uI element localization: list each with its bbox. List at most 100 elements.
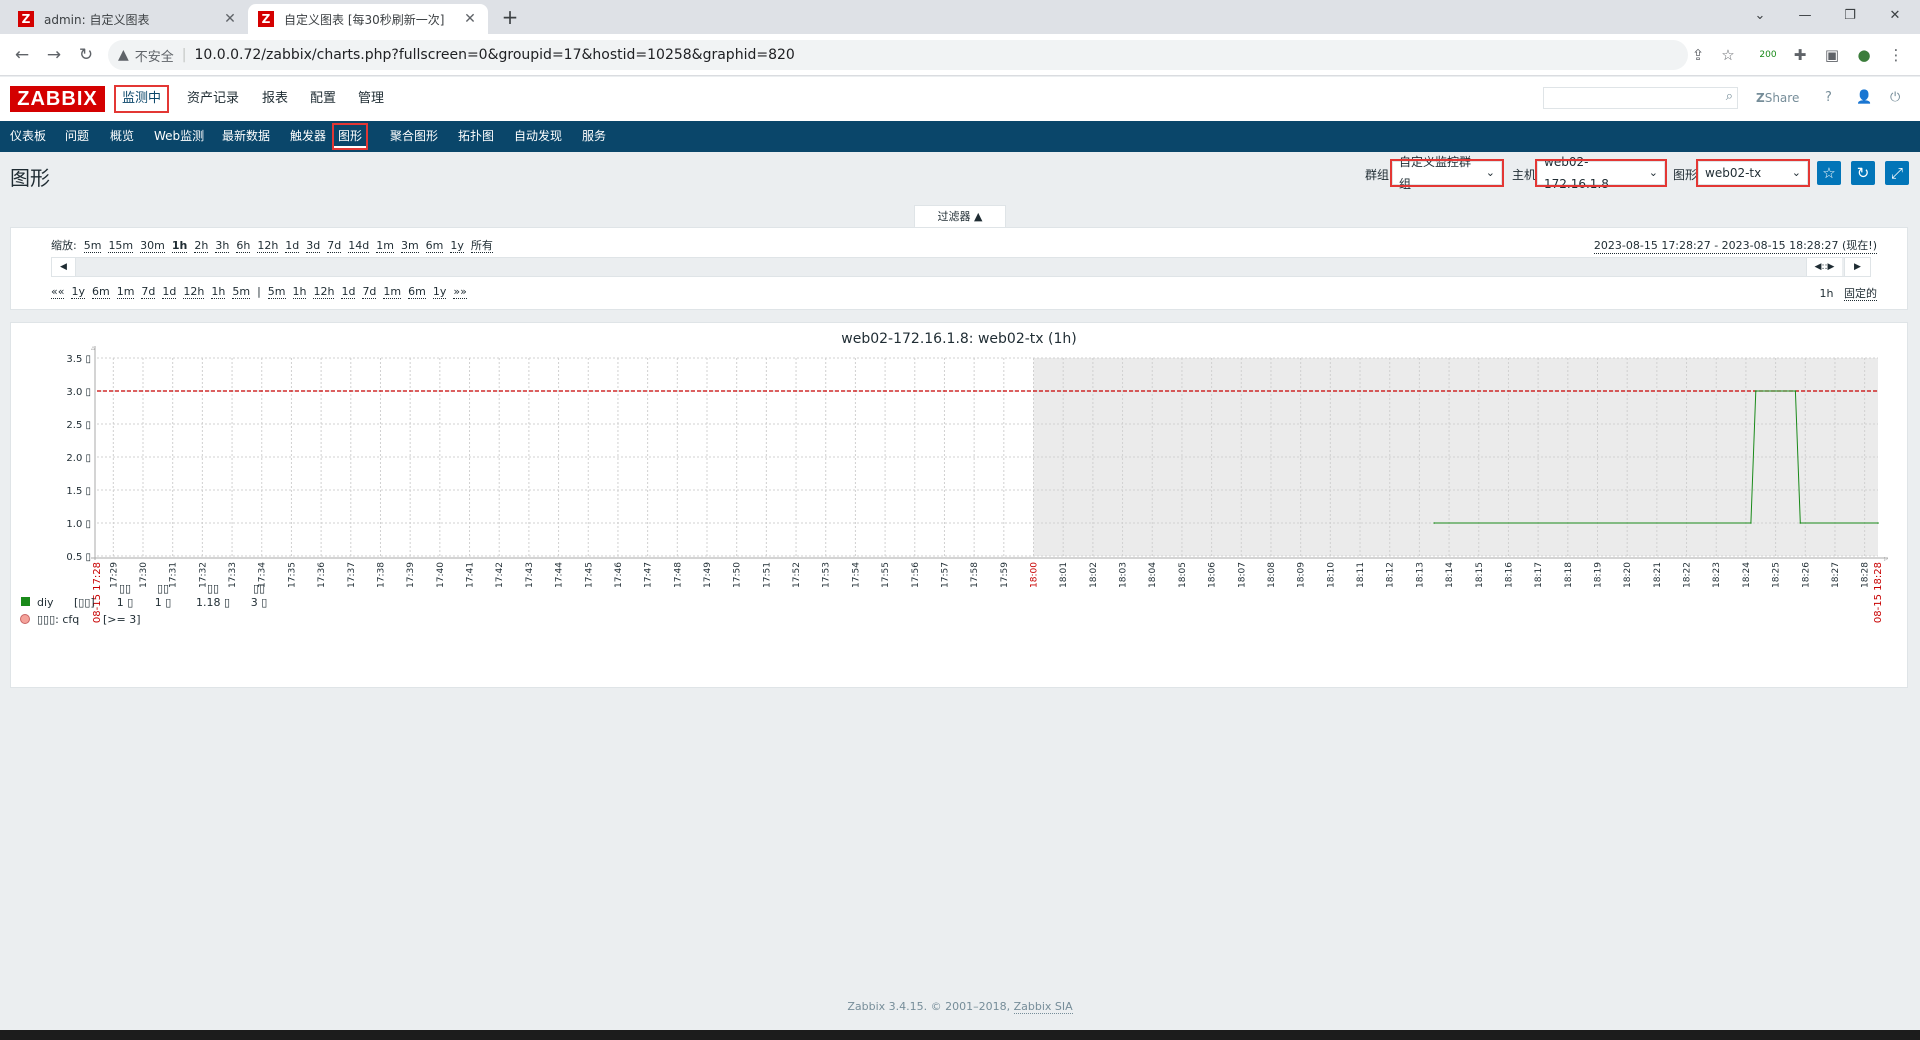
fixed-toggle-link[interactable]: 固定的 [1844, 287, 1877, 301]
zoom-option-5[interactable]: 3h [215, 239, 230, 253]
nav-back-8[interactable]: 5m [232, 285, 251, 299]
reload-icon[interactable]: ↻ [74, 43, 98, 67]
zoom-option-14[interactable]: 6m [425, 239, 444, 253]
new-tab-button[interactable]: + [498, 6, 522, 30]
submenu-graphs[interactable]: 图形 [331, 123, 369, 150]
extensions-puzzle-icon[interactable]: ✚ [1788, 43, 1812, 67]
profile-avatar-icon[interactable]: ● [1852, 43, 1876, 67]
side-panel-icon[interactable]: ▣ [1820, 43, 1844, 67]
submenu-problems[interactable]: 问题 [61, 125, 93, 148]
filter-toggle-tab[interactable]: 过滤器 ▲ [914, 205, 1006, 228]
zoom-option-6[interactable]: 6h [236, 239, 251, 253]
x-tick-label-29: 17:58 [970, 562, 980, 588]
restore-icon[interactable]: ❐ [1835, 4, 1865, 28]
search-input[interactable]: ⌕ [1543, 87, 1738, 109]
zoom-option-9[interactable]: 3d [306, 239, 321, 253]
zoom-option-1[interactable]: 15m [108, 239, 134, 253]
submenu-discovery[interactable]: 自动发现 [510, 125, 566, 148]
nav-back-2[interactable]: 6m [91, 285, 110, 299]
submenu-triggers[interactable]: 触发器 [286, 125, 330, 148]
nav-forward-7[interactable]: 1y [432, 285, 447, 299]
forward-icon[interactable]: → [42, 43, 66, 67]
nav-back-7[interactable]: 1h [211, 285, 226, 299]
zoom-option-12[interactable]: 1m [376, 239, 394, 253]
minimize-icon[interactable]: — [1790, 4, 1820, 28]
x-tick-label-54: 18:23 [1712, 562, 1722, 588]
zoom-option-10[interactable]: 7d [327, 239, 342, 253]
graph-canvas[interactable]: web02-172.16.1.8: web02-tx (1h) 17:29 17:3… [11, 323, 1907, 687]
menu-monitoring[interactable]: 监测中 [113, 85, 170, 113]
scroll-handle[interactable]: ◀::▶ [1806, 258, 1842, 276]
zoom-option-8[interactable]: 1d [285, 239, 300, 253]
user-profile-icon[interactable]: 👤 [1856, 87, 1872, 109]
zoom-option-16[interactable]: 所有 [470, 239, 493, 253]
host-select[interactable]: web02-172.16.1.8 ⌄ [1535, 155, 1667, 191]
nav-forward-6[interactable]: 6m [408, 285, 426, 299]
bookmark-star-icon[interactable]: ☆ [1716, 43, 1740, 67]
submenu-overview[interactable]: 概览 [106, 125, 138, 148]
nav-back-1[interactable]: 1y [71, 285, 85, 299]
nav-forward-5[interactable]: 1m [383, 285, 402, 299]
zoom-option-3[interactable]: 1h [171, 239, 188, 253]
footer-link[interactable]: Zabbix SIA [1013, 1000, 1073, 1014]
browser-tab-custom-graph[interactable]: Z 自定义图表 [每30秒刷新一次] ✕ [248, 4, 488, 34]
zabbix-favicon-icon: Z [258, 11, 274, 27]
close-tab-icon[interactable]: ✕ [462, 11, 478, 27]
tab-search-icon[interactable]: ⌄ [1745, 4, 1775, 28]
scroll-left-icon[interactable]: ◀ [52, 258, 76, 276]
back-icon[interactable]: ← [10, 43, 34, 67]
legend-value-0: 1 ▯ [117, 596, 134, 609]
logout-icon[interactable]: ⏻ [1890, 87, 1900, 109]
zoom-option-0[interactable]: 5m [83, 239, 102, 253]
nav-back-5[interactable]: 1d [162, 285, 177, 299]
help-icon[interactable]: ? [1825, 87, 1832, 109]
submenu-maps[interactable]: 拓扑图 [454, 125, 498, 148]
extension-badge[interactable]: 200 [1756, 43, 1780, 67]
browser-tab-admin[interactable]: Z admin: 自定义图表 ✕ [8, 4, 248, 34]
nav-forward-3[interactable]: 1d [341, 285, 356, 299]
nav-forward-0[interactable]: 5m [267, 285, 286, 299]
zoom-option-4[interactable]: 2h [194, 239, 209, 253]
scroll-right-icon[interactable]: ▶ [1844, 258, 1870, 276]
browser-menu-icon[interactable]: ⋮ [1884, 43, 1908, 67]
submenu-dashboard[interactable]: 仪表板 [6, 125, 50, 148]
share-link[interactable]: ZShare [1756, 87, 1799, 109]
fullscreen-button[interactable]: ⤢ [1885, 161, 1909, 185]
add-to-favourites-button[interactable]: ☆ [1817, 161, 1841, 185]
refresh-button[interactable]: ↻ [1851, 161, 1875, 185]
menu-administration[interactable]: 管理 [352, 87, 390, 111]
nav-back-4[interactable]: 7d [141, 285, 156, 299]
zoom-option-11[interactable]: 14d [348, 239, 370, 253]
submenu-latest-data[interactable]: 最新数据 [218, 125, 274, 148]
timeline-scrollbar[interactable]: ◀ ◀::▶ ▶ [51, 257, 1871, 277]
zoom-option-13[interactable]: 3m [400, 239, 419, 253]
share-page-icon[interactable]: ⇪ [1686, 43, 1710, 67]
menu-inventory[interactable]: 资产记录 [181, 87, 245, 111]
zoom-option-15[interactable]: 1y [450, 239, 464, 253]
graph-select[interactable]: web02-tx ⌄ [1696, 159, 1810, 187]
menu-configuration[interactable]: 配置 [304, 87, 342, 111]
close-window-icon[interactable]: ✕ [1880, 4, 1910, 28]
nav-forward-4[interactable]: 7d [362, 285, 377, 299]
nav-forward-8[interactable]: »» [453, 285, 467, 299]
y-tick-label-2: 2.5 ▯ [66, 420, 91, 431]
submenu-screens[interactable]: 聚合图形 [386, 125, 442, 148]
search-icon[interactable]: ⌕ [1726, 89, 1733, 104]
zoom-option-7[interactable]: 12h [257, 239, 279, 253]
nav-back-0[interactable]: «« [51, 285, 65, 299]
zabbix-logo[interactable]: ZABBIX [10, 86, 105, 112]
submenu-web[interactable]: Web监测 [150, 125, 208, 148]
security-status: 不安全 [134, 49, 174, 65]
group-select[interactable]: 自定义监控群组 ⌄ [1390, 155, 1504, 191]
nav-forward-1[interactable]: 1h [292, 285, 307, 299]
menu-reports[interactable]: 报表 [256, 87, 294, 111]
nav-back-6[interactable]: 12h [183, 285, 205, 299]
nav-forward-2[interactable]: 12h [313, 285, 335, 299]
nav-back-3[interactable]: 1m [116, 285, 135, 299]
submenu-services[interactable]: 服务 [578, 125, 610, 148]
close-tab-icon[interactable]: ✕ [222, 11, 238, 27]
x-tick-label-41: 18:10 [1326, 562, 1336, 588]
address-bar[interactable]: ▲ 不安全 | 10.0.0.72/zabbix/charts.php?full… [108, 40, 1688, 70]
zoom-row: 缩放: 5m 15m 30m 1h 2h 3h 6h 12h 1d 3d 7d 14d 1m 3m 6m 1y 所… [51, 237, 500, 253]
zoom-option-2[interactable]: 30m [140, 239, 165, 253]
